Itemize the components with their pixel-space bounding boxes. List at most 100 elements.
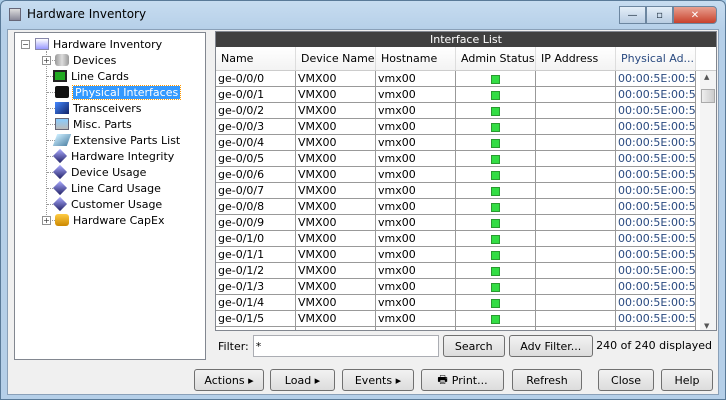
table-row[interactable]: ge-0/1/6VMX00vmx00 00:00:5E:00:53. (216, 327, 716, 330)
tree-item-transceivers[interactable]: Transceivers (55, 100, 141, 116)
status-indicator-icon (491, 90, 500, 100)
tree-item-misc-parts[interactable]: Misc. Parts (55, 116, 132, 132)
actions-button[interactable]: Actions ▸ (194, 369, 264, 391)
close-button[interactable]: Close (598, 369, 654, 391)
table-row[interactable]: ge-0/1/2VMX00vmx00 00:00:5E:00:53. (216, 263, 716, 279)
search-button[interactable]: Search (442, 335, 505, 357)
events-button[interactable]: Events ▸ (342, 369, 414, 391)
table-cell: vmx00 (376, 167, 456, 183)
table-cell (536, 199, 616, 215)
status-indicator-icon (491, 74, 500, 84)
load-button[interactable]: Load ▸ (270, 369, 335, 391)
maximize-button[interactable]: ▫ (646, 6, 673, 24)
table-cell (536, 295, 616, 311)
table-row[interactable]: ge-0/0/4VMX00vmx00 00:00:5E:00:53. (216, 135, 716, 151)
diamond-icon (52, 148, 68, 164)
table-cell (536, 327, 616, 330)
table-cell (536, 135, 616, 151)
status-indicator-icon (491, 138, 500, 148)
help-button[interactable]: Help (661, 369, 713, 391)
expand-icon[interactable]: + (42, 216, 51, 225)
minimize-button[interactable]: — (619, 6, 646, 24)
status-indicator-icon (491, 170, 500, 180)
table-cell: 00:00:5E:00:53. (616, 231, 696, 247)
table-row[interactable]: ge-0/1/0VMX00vmx00 00:00:5E:00:53. (216, 231, 716, 247)
column-header[interactable]: Name (216, 47, 296, 70)
table-cell: vmx00 (376, 279, 456, 295)
tree-item-devices[interactable]: Devices (55, 52, 116, 68)
tree-item-line-cards[interactable]: Line Cards (53, 68, 129, 84)
print-button[interactable]: 🖶 Print... (421, 369, 504, 391)
tree-item-customer-usage[interactable]: Customer Usage (52, 196, 162, 212)
table-row[interactable]: ge-0/0/7VMX00vmx00 00:00:5E:00:53. (216, 183, 716, 199)
table-cell: vmx00 (376, 263, 456, 279)
table-cell (536, 279, 616, 295)
table-cell (536, 151, 616, 167)
table-row[interactable]: ge-0/1/5VMX00vmx00 00:00:5E:00:53. (216, 311, 716, 327)
table-row[interactable]: ge-0/1/1VMX00vmx00 00:00:5E:00:53. (216, 247, 716, 263)
table-cell: 00:00:5E:00:53. (616, 279, 696, 295)
table-row[interactable]: ge-0/0/0VMX00vmx00 00:00:5E:00:53. (216, 71, 716, 87)
table-cell (536, 183, 616, 199)
table-cell: 00:00:5E:00:53. (616, 135, 696, 151)
adv-filter-button[interactable]: Adv Filter... (508, 335, 593, 357)
scroll-up-icon[interactable]: ▲ (704, 73, 709, 81)
parts-list-icon (52, 134, 72, 146)
table-row[interactable]: ge-0/1/4VMX00vmx00 00:00:5E:00:53. (216, 295, 716, 311)
tree-root[interactable]: Hardware Inventory (35, 36, 162, 52)
tree-item-hardware-capex[interactable]: Hardware CapEx (55, 212, 164, 228)
column-header[interactable]: Physical Ad... (616, 47, 696, 70)
column-header[interactable]: Hostname (376, 47, 456, 70)
column-header[interactable]: Device Name (296, 47, 376, 70)
table-cell: VMX00 (296, 87, 376, 103)
table-cell: vmx00 (376, 135, 456, 151)
tree-item-label: Physical Interfaces (71, 84, 182, 100)
table-cell (536, 87, 616, 103)
table-cell (536, 311, 616, 327)
status-indicator-icon (491, 234, 500, 244)
close-window-button[interactable]: ✕ (673, 6, 717, 24)
refresh-button[interactable]: Refresh (512, 369, 582, 391)
tree-item-hardware-integrity[interactable]: Hardware Integrity (52, 148, 175, 164)
tree-item-physical-interfaces[interactable]: Physical Interfaces (55, 84, 182, 100)
table-row[interactable]: ge-0/0/3VMX00vmx00 00:00:5E:00:53. (216, 119, 716, 135)
tree-item-line-card-usage[interactable]: Line Card Usage (52, 180, 161, 196)
collapse-icon[interactable]: − (21, 40, 30, 49)
tree-item-label: Hardware Integrity (71, 149, 175, 163)
table-row[interactable]: ge-0/0/9VMX00vmx00 00:00:5E:00:53. (216, 215, 716, 231)
table-row[interactable]: ge-0/0/2VMX00vmx00 00:00:5E:00:53. (216, 103, 716, 119)
table-cell: VMX00 (296, 199, 376, 215)
tree-item-label: Misc. Parts (73, 117, 132, 131)
admin-status-cell (456, 279, 536, 295)
status-indicator-icon (491, 250, 500, 260)
table-row[interactable]: ge-0/0/1VMX00vmx00 00:00:5E:00:53. (216, 87, 716, 103)
filter-input[interactable] (252, 335, 439, 357)
status-indicator-icon (491, 186, 500, 196)
scroll-down-icon[interactable]: ▼ (704, 322, 709, 330)
table-cell: VMX00 (296, 247, 376, 263)
table-cell: vmx00 (376, 311, 456, 327)
table-cell: VMX00 (296, 183, 376, 199)
table-cell: 00:00:5E:00:53. (616, 151, 696, 167)
tree-item-extensive-parts-list[interactable]: Extensive Parts List (52, 132, 180, 148)
table-row[interactable]: ge-0/0/8VMX00vmx00 00:00:5E:00:53. (216, 199, 716, 215)
table-cell (536, 119, 616, 135)
admin-status-cell (456, 247, 536, 263)
expand-icon[interactable]: + (42, 56, 51, 65)
table-cell: ge-0/0/3 (216, 119, 296, 135)
table-cell: ge-0/0/4 (216, 135, 296, 151)
table-cell: vmx00 (376, 151, 456, 167)
port-icon (55, 86, 69, 98)
tree-item-device-usage[interactable]: Device Usage (52, 164, 146, 180)
transceiver-icon (55, 102, 69, 114)
column-header[interactable]: IP Address (536, 47, 616, 70)
table-row[interactable]: ge-0/0/5VMX00vmx00 00:00:5E:00:53. (216, 151, 716, 167)
panel-title: Interface List (216, 32, 716, 47)
table-cell: ge-0/1/1 (216, 247, 296, 263)
scroll-thumb[interactable] (701, 89, 715, 103)
column-header[interactable]: Admin Status (456, 47, 536, 70)
vertical-scrollbar[interactable]: ▲ ▼ (700, 71, 716, 330)
table-row[interactable]: ge-0/0/6VMX00vmx00 00:00:5E:00:53. (216, 167, 716, 183)
admin-status-cell (456, 311, 536, 327)
table-row[interactable]: ge-0/1/3VMX00vmx00 00:00:5E:00:53. (216, 279, 716, 295)
